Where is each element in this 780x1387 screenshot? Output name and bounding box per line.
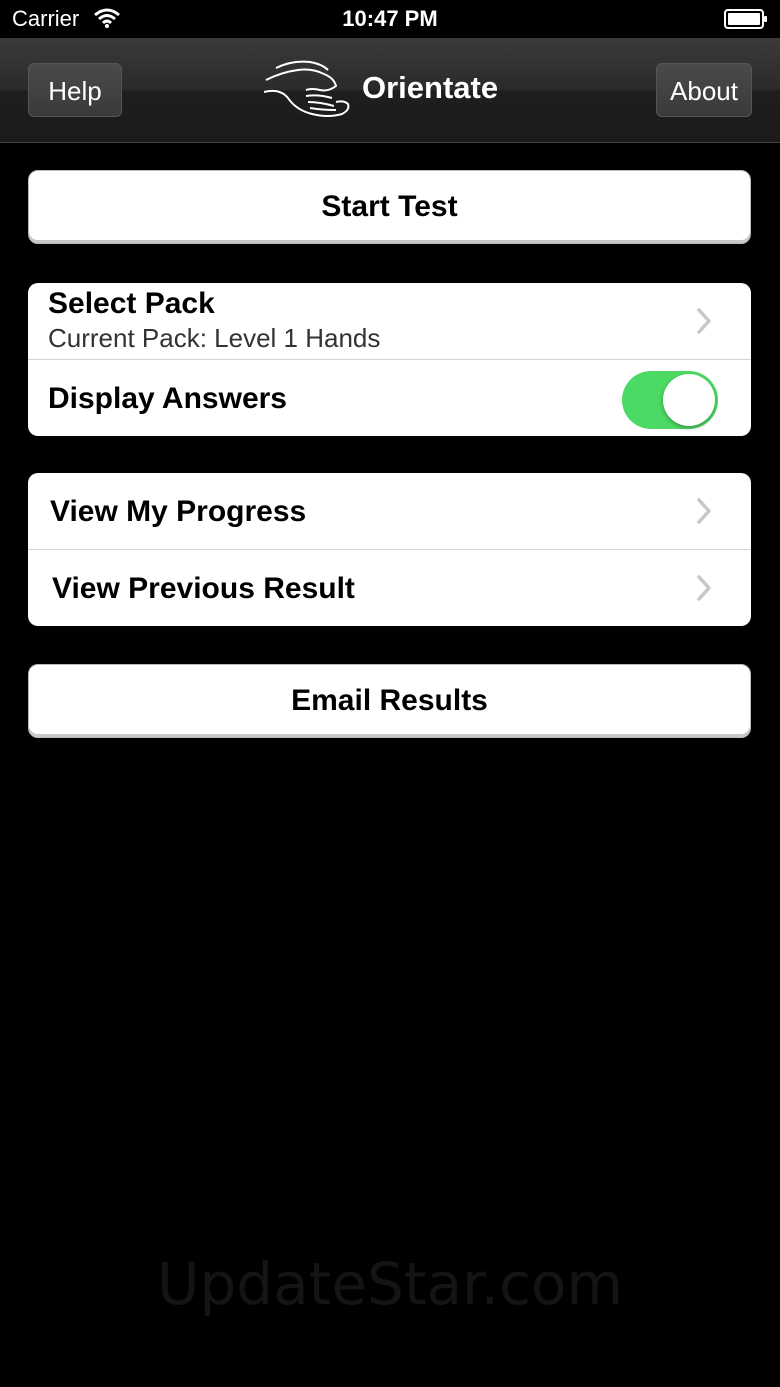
watermark: UpdateStar.com <box>157 1250 623 1318</box>
view-progress-label: View My Progress <box>50 495 307 528</box>
view-previous-row[interactable]: View Previous Result <box>28 550 751 626</box>
select-pack-row[interactable]: Select Pack Current Pack: Level 1 Hands <box>28 283 751 359</box>
display-answers-label: Display Answers <box>48 382 287 415</box>
about-button[interactable]: About <box>656 63 752 117</box>
toggle-knob <box>663 374 715 426</box>
chevron-right-icon <box>697 575 711 601</box>
status-time: 10:47 PM <box>342 6 438 31</box>
chevron-right-icon <box>697 498 711 524</box>
select-pack-title: Select Pack <box>48 287 215 320</box>
hands-logo-icon <box>263 60 350 117</box>
status-bar: Carrier 10:47 PM <box>0 0 780 38</box>
current-pack-label: Current Pack: Level 1 Hands <box>48 323 381 353</box>
display-answers-row: Display Answers <box>28 360 751 436</box>
battery-icon <box>724 9 767 29</box>
view-previous-label: View Previous Result <box>52 572 355 605</box>
settings-group: Select Pack Current Pack: Level 1 Hands … <box>28 283 751 436</box>
navigation-bar: Help Orientate About <box>0 38 780 143</box>
start-test-button[interactable]: Start Test <box>28 170 751 244</box>
display-answers-toggle[interactable] <box>622 371 718 429</box>
chevron-right-icon <box>697 308 711 334</box>
app-title: Orientate <box>362 70 499 105</box>
view-progress-row[interactable]: View My Progress <box>28 473 751 549</box>
help-button[interactable]: Help <box>28 63 122 117</box>
progress-group: View My Progress View Previous Result <box>28 473 751 626</box>
email-results-button[interactable]: Email Results <box>28 664 751 738</box>
